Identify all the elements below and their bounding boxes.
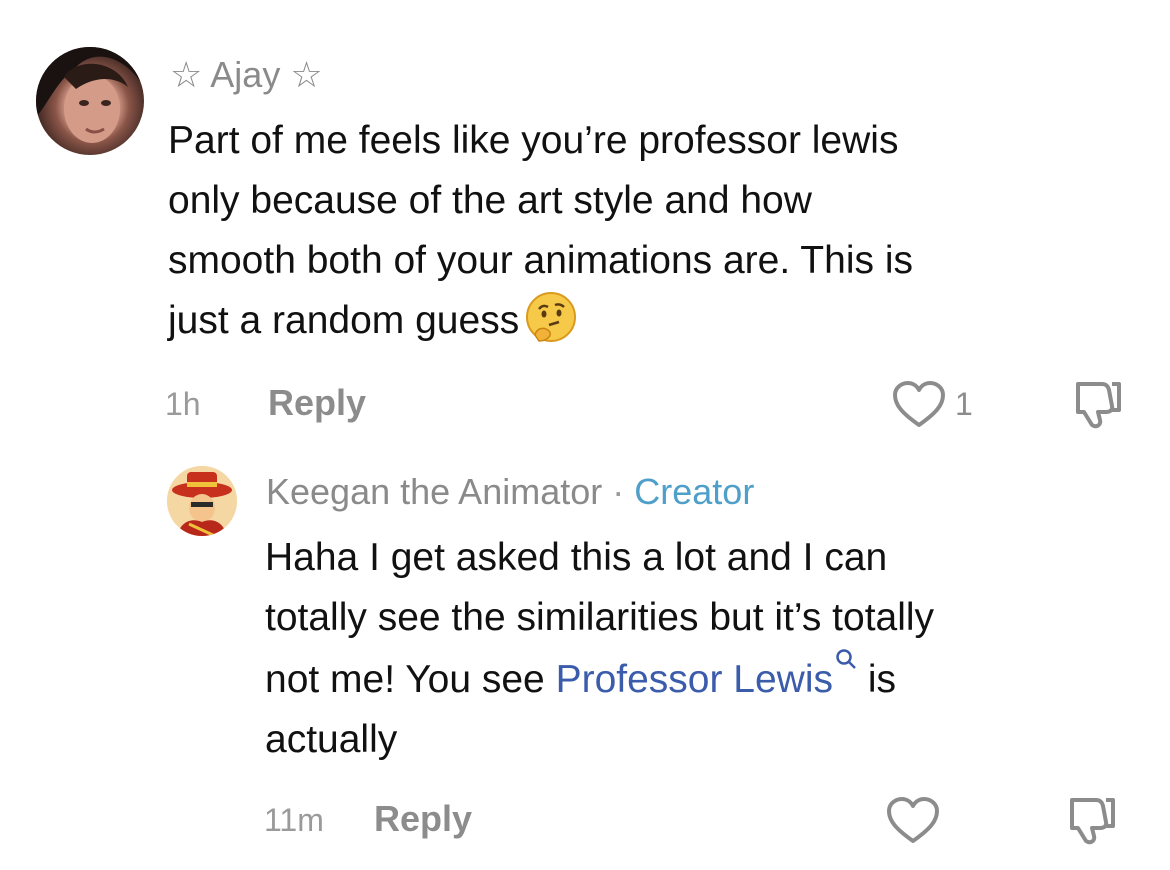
reply-line-text: is [857, 658, 896, 701]
reply-line: actually [265, 718, 398, 761]
reply-line: not me! You see Professor Lewis is [265, 648, 934, 710]
reply-timestamp: 11m [264, 802, 324, 838]
thinking-face-icon [526, 292, 577, 342]
commenter-avatar[interactable] [36, 47, 144, 155]
like-count: 1 [955, 386, 973, 422]
star-icon: ☆ [290, 54, 323, 95]
reply-body: Haha I get asked this a lot and I can to… [265, 528, 934, 770]
comment-author[interactable]: ☆ Ajay ☆ [170, 54, 323, 96]
search-icon[interactable] [835, 648, 857, 670]
reply-author-name[interactable]: Keegan the Animator [266, 471, 602, 512]
separator-dot: · [612, 471, 625, 512]
reply-line: totally see the similarities but it’s to… [265, 596, 935, 639]
dislike-icon[interactable] [1066, 794, 1118, 846]
reply-reply-button[interactable]: Reply [374, 798, 472, 840]
author-name: Ajay [210, 54, 281, 95]
creator-avatar[interactable] [167, 466, 237, 536]
comment-line: smooth both of your animations are. This… [168, 239, 913, 282]
star-icon: ☆ [170, 54, 203, 95]
reply-line: Haha I get asked this a lot and I can [265, 536, 888, 579]
avatar-photo [36, 47, 144, 155]
dislike-icon[interactable] [1072, 378, 1124, 430]
comment-reply-button[interactable]: Reply [268, 382, 366, 424]
creator-badge: Creator [634, 471, 755, 512]
comment-line: only because of the art style and how [168, 179, 812, 222]
reply-line-text: not me! You see [265, 658, 556, 701]
search-link-professor-lewis[interactable]: Professor Lewis [556, 658, 833, 701]
avatar-illustration [167, 466, 237, 536]
heart-icon[interactable] [892, 381, 946, 429]
comment-line: just a random guess [168, 291, 913, 351]
comment-line: Part of me feels like you’re professor l… [168, 119, 899, 162]
comment-line-text: just a random guess [168, 299, 520, 342]
comment-body: Part of me feels like you’re professor l… [168, 111, 913, 351]
reply-author-line: Keegan the Animator · Creator [266, 471, 754, 513]
comment-timestamp: 1h [165, 386, 201, 422]
heart-icon[interactable] [886, 797, 940, 845]
